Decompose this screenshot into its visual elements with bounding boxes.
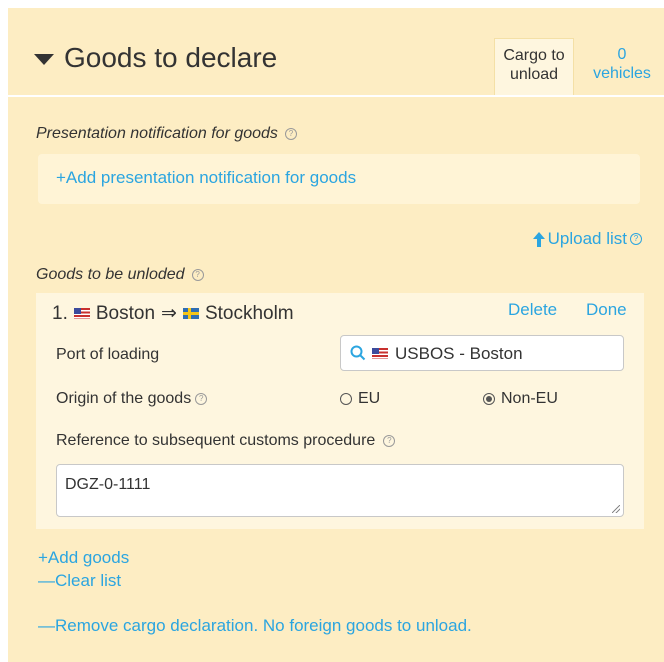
presentation-section-label: Presentation notification for goods ? bbox=[36, 125, 297, 143]
reference-value: DGZ-0-1111 bbox=[65, 476, 151, 493]
origin-option-non-eu[interactable]: Non-EU bbox=[483, 390, 558, 408]
delete-button[interactable]: Delete bbox=[508, 300, 557, 320]
goods-item-number: 1. bbox=[52, 302, 68, 324]
origin-label-text: Origin of the goods bbox=[56, 390, 192, 407]
radio-unchecked-icon bbox=[340, 393, 352, 405]
se-flag-icon bbox=[182, 308, 199, 319]
tab-cargo-line2: unload bbox=[509, 66, 559, 83]
add-goods-link[interactable]: +Add goods bbox=[38, 548, 129, 568]
clear-list-link[interactable]: —Clear list bbox=[38, 571, 121, 591]
goods-item-destination-city: Stockholm bbox=[204, 302, 294, 324]
tab-vehicles-count: 0 bbox=[617, 46, 627, 63]
upload-list-button[interactable]: Upload list ? bbox=[532, 229, 642, 249]
reference-label: Reference to subsequent customs procedur… bbox=[56, 432, 396, 450]
upload-list-label: Upload list bbox=[547, 229, 627, 248]
radio-checked-icon bbox=[483, 393, 495, 405]
tab-vehicles-label: vehicles bbox=[593, 65, 651, 82]
presentation-notification-box: +Add presentation notification for goods bbox=[38, 154, 640, 204]
goods-section-label: Goods to be unloded ? bbox=[36, 266, 204, 284]
port-of-loading-label: Port of loading bbox=[56, 346, 160, 363]
help-icon[interactable]: ? bbox=[284, 128, 297, 140]
origin-label: Origin of the goods ? bbox=[56, 390, 208, 408]
header-divider bbox=[8, 95, 664, 97]
collapse-toggle[interactable]: Goods to declare bbox=[34, 42, 277, 74]
resize-handle-icon[interactable] bbox=[612, 505, 620, 513]
origin-option-eu[interactable]: EU bbox=[340, 390, 380, 408]
port-of-loading-input[interactable]: USBOS - Boston bbox=[340, 335, 624, 371]
help-icon[interactable]: ? bbox=[383, 435, 396, 447]
goods-item-origin-city: Boston bbox=[95, 302, 156, 324]
add-presentation-notification-link[interactable]: +Add presentation notification for goods bbox=[56, 168, 356, 188]
port-of-loading-value: USBOS - Boston bbox=[395, 344, 523, 363]
reference-textarea[interactable]: DGZ-0-1111 bbox=[56, 464, 624, 517]
us-flag-icon bbox=[73, 308, 90, 319]
origin-option-eu-label: EU bbox=[358, 390, 381, 407]
presentation-label-text: Presentation notification for goods bbox=[36, 125, 278, 142]
search-icon bbox=[350, 345, 366, 361]
remove-cargo-declaration-link[interactable]: —Remove cargo declaration. No foreign go… bbox=[38, 616, 472, 636]
goods-item-box: 1. Boston ⇒ Stockholm Delete Done Port o… bbox=[36, 293, 644, 529]
upload-help-icon[interactable]: ? bbox=[630, 233, 642, 245]
origin-option-non-eu-label: Non-EU bbox=[501, 390, 558, 407]
goods-panel: Goods to declare Cargo to unload 0 vehic… bbox=[8, 8, 664, 662]
help-icon[interactable]: ? bbox=[195, 393, 208, 405]
us-flag-icon bbox=[372, 348, 388, 359]
page-title: Goods to declare bbox=[64, 42, 278, 73]
tab-vehicles[interactable]: 0 vehicles bbox=[580, 45, 664, 83]
upload-arrow-icon bbox=[532, 231, 545, 247]
collapse-triangle-icon bbox=[34, 53, 54, 65]
goods-label-text: Goods to be unloded bbox=[36, 266, 185, 283]
tab-cargo-to-unload[interactable]: Cargo to unload bbox=[494, 38, 574, 97]
route-arrow: ⇒ bbox=[161, 303, 177, 324]
help-icon[interactable]: ? bbox=[191, 269, 204, 281]
done-button[interactable]: Done bbox=[586, 300, 627, 320]
goods-item-header: 1. Boston ⇒ Stockholm bbox=[52, 302, 294, 325]
reference-label-text: Reference to subsequent customs procedur… bbox=[56, 432, 376, 449]
tab-cargo-line1: Cargo to bbox=[503, 47, 565, 64]
